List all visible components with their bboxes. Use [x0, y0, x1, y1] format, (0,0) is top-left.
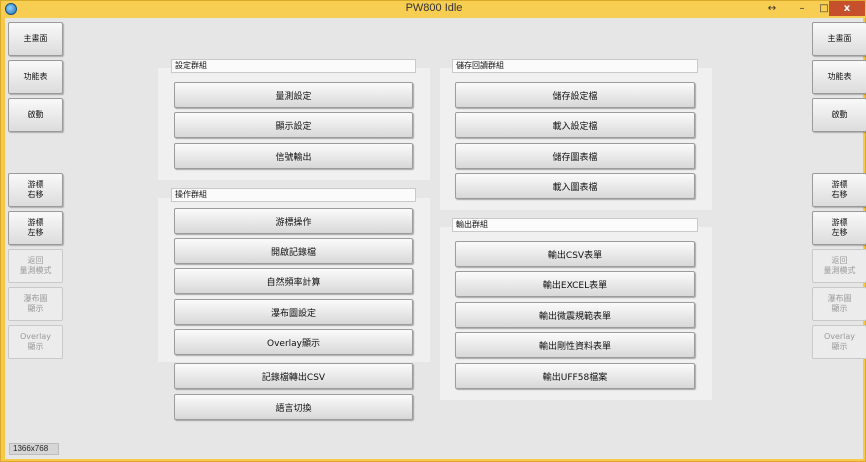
title-bar[interactable]: PW800 Idle ↔ – □ x	[1, 1, 866, 18]
export-log-csv-button[interactable]: 記錄檔轉出CSV	[174, 363, 413, 389]
right-waterfall-display-button[interactable]: 瀑布圖 顯示	[812, 287, 866, 321]
save-settings-file-button[interactable]: 儲存設定檔	[455, 82, 695, 108]
storage-group-title: 儲存回讀群組	[452, 59, 698, 73]
right-start-button[interactable]: 啟動	[812, 98, 866, 132]
export-excel-form-button[interactable]: 輸出EXCEL表單	[455, 271, 695, 297]
export-stiffness-data-form-button[interactable]: 輸出剛性資料表單	[455, 332, 695, 358]
left-return-measure-button[interactable]: 返回 量測模式	[8, 249, 63, 283]
waterfall-settings-button[interactable]: 瀑布圖設定	[174, 299, 413, 325]
right-overlay-display-button[interactable]: Overlay 顯示	[812, 325, 866, 359]
settings-group-title: 設定群組	[171, 59, 416, 73]
minimize-button[interactable]: –	[791, 1, 813, 16]
left-waterfall-display-button[interactable]: 瀑布圖 顯示	[8, 287, 63, 321]
right-function-menu-button[interactable]: 功能表	[812, 60, 866, 94]
signal-output-button[interactable]: 信號輸出	[174, 143, 413, 169]
load-chart-file-button[interactable]: 載入圖表檔	[455, 173, 695, 199]
display-settings-button[interactable]: 顯示設定	[174, 112, 413, 138]
measure-settings-button[interactable]: 量測設定	[174, 82, 413, 108]
main-area: 主畫面 功能表 啟動 游標 右移 游標 左移 返回 量測模式 瀑布圖 顯示 Ov…	[5, 18, 866, 459]
output-group-title: 輸出群組	[452, 218, 698, 232]
left-start-button[interactable]: 啟動	[8, 98, 63, 132]
right-cursor-right-button[interactable]: 游標 右移	[812, 173, 866, 207]
window-title: PW800 Idle	[405, 2, 463, 14]
overlay-display-button[interactable]: Overlay顯示	[174, 329, 413, 355]
export-csv-form-button[interactable]: 輸出CSV表單	[455, 241, 695, 267]
close-button[interactable]: x	[829, 1, 865, 16]
load-settings-file-button[interactable]: 載入設定檔	[455, 112, 695, 138]
left-overlay-display-button[interactable]: Overlay 顯示	[8, 325, 63, 359]
open-log-file-button[interactable]: 開啟記錄檔	[174, 238, 413, 264]
restore-arrows-icon[interactable]: ↔	[761, 1, 783, 16]
left-cursor-right-button[interactable]: 游標 右移	[8, 173, 63, 207]
save-chart-file-button[interactable]: 儲存圖表檔	[455, 143, 695, 169]
export-micro-vibration-form-button[interactable]: 輸出微震規範表單	[455, 302, 695, 328]
language-switch-button[interactable]: 語言切換	[174, 394, 413, 420]
left-function-menu-button[interactable]: 功能表	[8, 60, 63, 94]
resolution-status: 1366x768	[9, 443, 59, 455]
right-cursor-left-button[interactable]: 游標 左移	[812, 211, 866, 245]
app-window: PW800 Idle ↔ – □ x 主畫面 功能表 啟動 游標 右移 游標 左…	[0, 0, 866, 462]
export-uff58-file-button[interactable]: 輸出UFF58檔案	[455, 363, 695, 389]
right-main-screen-button[interactable]: 主畫面	[812, 22, 866, 56]
right-return-measure-button[interactable]: 返回 量測模式	[812, 249, 866, 283]
cursor-operation-button[interactable]: 游標操作	[174, 208, 413, 234]
left-main-screen-button[interactable]: 主畫面	[8, 22, 63, 56]
operations-group-title: 操作群組	[171, 188, 416, 202]
natural-frequency-button[interactable]: 自然頻率計算	[174, 268, 413, 294]
left-cursor-left-button[interactable]: 游標 左移	[8, 211, 63, 245]
